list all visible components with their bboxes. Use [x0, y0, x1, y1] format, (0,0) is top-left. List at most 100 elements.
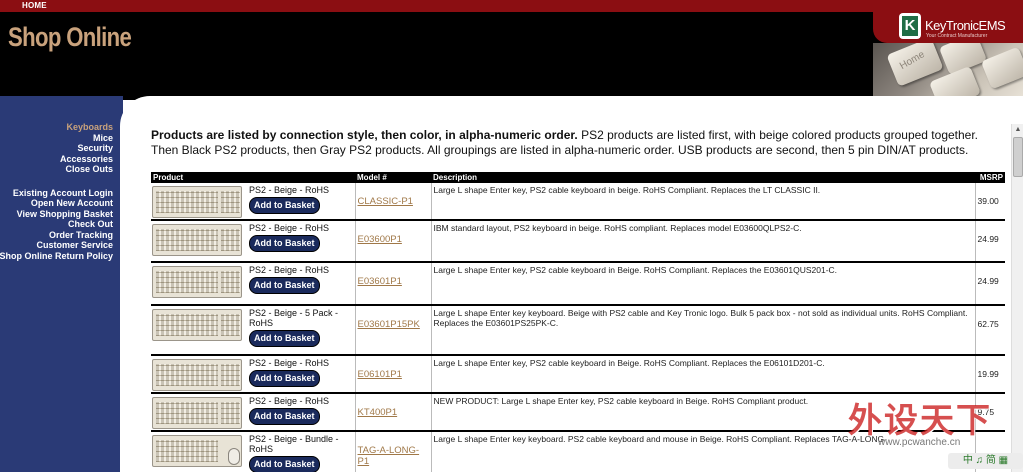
sidebar-item-accessories[interactable]: Accessories: [0, 154, 113, 165]
product-image-cell: [151, 431, 247, 472]
model-cell: E03601P15PK: [354, 305, 432, 356]
sidebar-item-close-outs[interactable]: Close Outs: [0, 164, 113, 175]
add-to-basket-button[interactable]: Add to Basket: [249, 370, 320, 387]
product-cell: PS2 - Beige - RoHS Add to Basket: [247, 220, 356, 263]
sidebar: Keyboards Mice Security Accessories Clos…: [0, 96, 123, 472]
sidebar-item-check-out[interactable]: Check Out: [0, 219, 113, 230]
model-cell: E03600P1: [354, 220, 432, 263]
model-cell: E03601P1: [354, 262, 432, 306]
product-image-cell: [151, 262, 247, 306]
keyboard-image[interactable]: [152, 266, 242, 298]
add-to-basket-button[interactable]: Add to Basket: [249, 456, 320, 472]
keyboard-image[interactable]: [152, 186, 242, 218]
product-image-cell: [151, 183, 247, 221]
mouse-image: [228, 448, 240, 465]
sidebar-item-return-policy[interactable]: Shop Online Return Policy: [0, 251, 113, 262]
model-link[interactable]: E03601P1: [358, 276, 402, 287]
watermark-url: www.pcwanche.cn: [878, 437, 961, 448]
sidebar-item-order-tracking[interactable]: Order Tracking: [0, 230, 113, 241]
header-msrp: MSRP: [975, 172, 1006, 183]
keyboard-image[interactable]: [152, 224, 242, 256]
watermark: 外设天下 www.pcwanche.cn 中 ♫ 简 ▦: [848, 393, 1023, 472]
model-cell: E06101P1: [354, 355, 432, 394]
add-to-basket-button[interactable]: Add to Basket: [249, 197, 320, 214]
product-cell: PS2 - Beige - RoHS Add to Basket: [247, 393, 356, 432]
description-cell: Large L shape Enter key, PS2 cable keybo…: [431, 355, 976, 394]
sidebar-item-mice[interactable]: Mice: [0, 133, 113, 144]
product-image-cell: [151, 355, 247, 394]
table-row: PS2 - Beige - RoHS Add to Basket E03600P…: [151, 220, 1006, 263]
sidebar-item-existing-account-login[interactable]: Existing Account Login: [0, 188, 113, 199]
model-cell: CLASSIC-P1: [354, 183, 432, 221]
header-description: Description: [431, 172, 976, 183]
product-name: PS2 - Beige - RoHS: [249, 223, 330, 233]
top-bar: HOME: [0, 0, 1023, 12]
msrp-cell: 24.99: [974, 220, 1006, 263]
table-row: PS2 - Beige - 5 Pack - RoHS Add to Baske…: [151, 305, 1006, 356]
product-cell: PS2 - Beige - 5 Pack - RoHS Add to Baske…: [247, 305, 356, 356]
product-cell: PS2 - Beige - RoHS Add to Basket: [247, 355, 356, 394]
sidebar-item-view-shopping-basket[interactable]: View Shopping Basket: [0, 209, 113, 220]
product-name: PS2 - Beige - 5 Pack - RoHS: [249, 308, 339, 328]
model-link[interactable]: E03601P15PK: [358, 319, 420, 330]
table-row: PS2 - Beige - RoHS Add to Basket E06101P…: [151, 355, 1006, 394]
model-link[interactable]: TAG-A-LONG-P1: [358, 445, 420, 467]
msrp-cell: 24.99: [974, 262, 1006, 306]
keyboard-keys-photo: Home: [873, 43, 1023, 96]
description-cell: Large L shape Enter key, PS2 cable keybo…: [431, 262, 976, 306]
sidebar-nav: Keyboards Mice Security Accessories Clos…: [0, 122, 113, 261]
site-header: Shop Online K KeyTronicEMS Your Contract…: [0, 12, 1023, 96]
add-to-basket-button[interactable]: Add to Basket: [249, 277, 320, 294]
intro-text: Products are listed by connection style,…: [151, 128, 1006, 158]
keyboard-image[interactable]: [152, 435, 242, 467]
add-to-basket-button[interactable]: Add to Basket: [249, 235, 320, 252]
add-to-basket-button[interactable]: Add to Basket: [249, 330, 320, 347]
table-row: PS2 - Beige - RoHS Add to Basket E03601P…: [151, 262, 1006, 306]
sidebar-item-security[interactable]: Security: [0, 143, 113, 154]
msrp-cell: 19.99: [974, 355, 1006, 394]
watermark-text: 外设天下: [848, 402, 992, 440]
description-cell: IBM standard layout, PS2 keyboard in bei…: [431, 220, 976, 263]
header-model: Model #: [355, 172, 432, 183]
keyboard-image[interactable]: [152, 309, 242, 341]
table-row: PS2 - Beige - RoHS Add to Basket CLASSIC…: [151, 183, 1006, 221]
scroll-thumb[interactable]: [1013, 137, 1023, 177]
product-name: PS2 - Beige - RoHS: [249, 185, 330, 195]
model-link[interactable]: KT400P1: [358, 407, 398, 418]
model-cell: KT400P1: [354, 393, 432, 432]
product-name: PS2 - Beige - RoHS: [249, 358, 330, 368]
sidebar-item-open-new-account[interactable]: Open New Account: [0, 198, 113, 209]
header-product: Product: [151, 172, 356, 183]
msrp-cell: 39.00: [974, 183, 1006, 221]
intro-bold: Products are listed by connection style,…: [151, 128, 578, 142]
description-cell: Large L shape Enter key keyboard. Beige …: [431, 305, 976, 356]
model-cell: TAG-A-LONG-P1: [354, 431, 432, 472]
product-name: PS2 - Beige - RoHS: [249, 265, 330, 275]
add-to-basket-button[interactable]: Add to Basket: [249, 408, 320, 425]
product-cell: PS2 - Beige - RoHS Add to Basket: [247, 183, 356, 221]
watermark-bar: 中 ♫ 简 ▦: [948, 453, 1023, 469]
model-link[interactable]: CLASSIC-P1: [358, 196, 413, 207]
sidebar-item-customer-service[interactable]: Customer Service: [0, 240, 113, 251]
model-link[interactable]: E03600P1: [358, 234, 402, 245]
keytronic-logo-icon[interactable]: K: [899, 13, 921, 39]
product-cell: PS2 - Beige - Bundle - RoHS Add to Baske…: [247, 431, 356, 472]
product-name: PS2 - Beige - RoHS: [249, 396, 330, 406]
description-cell: Large L shape Enter key, PS2 cable keybo…: [431, 183, 976, 221]
logo-text: KeyTronicEMS: [925, 18, 1006, 33]
scroll-up-icon[interactable]: ▲: [1012, 124, 1023, 136]
page-title: Shop Online: [8, 22, 132, 52]
product-image-cell: [151, 305, 247, 356]
table-header-row: Product Model # Description MSRP: [151, 172, 1006, 183]
product-name: PS2 - Beige - Bundle - RoHS: [249, 434, 339, 454]
keyboard-image[interactable]: [152, 397, 242, 429]
msrp-cell: 62.75: [974, 305, 1006, 356]
product-image-cell: [151, 393, 247, 432]
product-image-cell: [151, 220, 247, 263]
home-link[interactable]: HOME: [22, 1, 47, 10]
logo-tagline: Your Contract Manufacturer: [926, 33, 988, 39]
product-cell: PS2 - Beige - RoHS Add to Basket: [247, 262, 356, 306]
model-link[interactable]: E06101P1: [358, 369, 402, 380]
sidebar-item-keyboards[interactable]: Keyboards: [0, 122, 113, 133]
keyboard-image[interactable]: [152, 359, 242, 391]
